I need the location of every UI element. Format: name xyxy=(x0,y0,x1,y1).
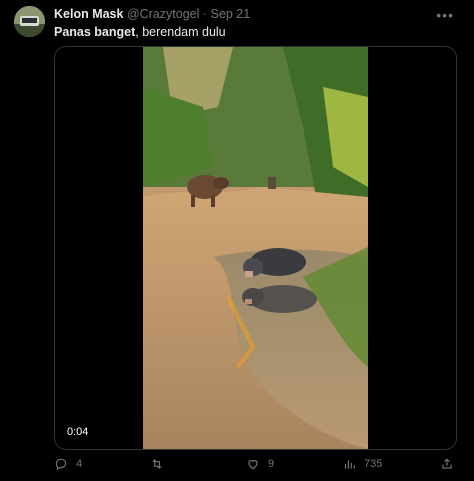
tweet-text-rest: , berendam dulu xyxy=(135,25,226,39)
separator-dot: · xyxy=(202,7,208,21)
video-player[interactable]: 0:04 xyxy=(54,46,457,450)
reply-icon xyxy=(55,458,67,471)
share-button[interactable] xyxy=(440,457,462,471)
share-icon xyxy=(442,458,452,469)
video-frame[interactable] xyxy=(143,47,368,449)
like-button[interactable]: 9 xyxy=(246,457,274,471)
reply-button[interactable]: 4 xyxy=(54,457,82,471)
tweet-text-bold: Panas banget xyxy=(54,25,136,39)
views-button[interactable]: 735 xyxy=(342,457,382,471)
action-bar: 4 9 735 xyxy=(54,457,456,475)
tweet-date[interactable]: Sep 21 xyxy=(211,7,251,21)
tweet-text: Panas banget, berendam dulu xyxy=(54,25,226,39)
views-icon xyxy=(344,460,355,469)
retweet-icon xyxy=(152,459,162,469)
display-name[interactable]: Kelon Mask xyxy=(54,7,123,21)
video-duration: 0:04 xyxy=(63,425,93,439)
more-horizontal-icon[interactable]: ••• xyxy=(436,7,454,23)
reply-count: 4 xyxy=(76,458,83,470)
tweet-card[interactable]: Kelon Mask @Crazytogel · Sep 21 ••• Pana… xyxy=(0,0,474,481)
avatar[interactable] xyxy=(14,6,45,37)
user-handle[interactable]: @Crazytogel xyxy=(127,7,199,21)
retweet-button[interactable] xyxy=(150,457,172,471)
heart-icon xyxy=(248,460,258,470)
like-count: 9 xyxy=(268,458,275,470)
avatar-image xyxy=(14,6,45,37)
view-count: 735 xyxy=(364,458,383,470)
tweet-header: Kelon Mask @Crazytogel · Sep 21 xyxy=(54,7,250,21)
video-thumbnail xyxy=(143,47,368,449)
